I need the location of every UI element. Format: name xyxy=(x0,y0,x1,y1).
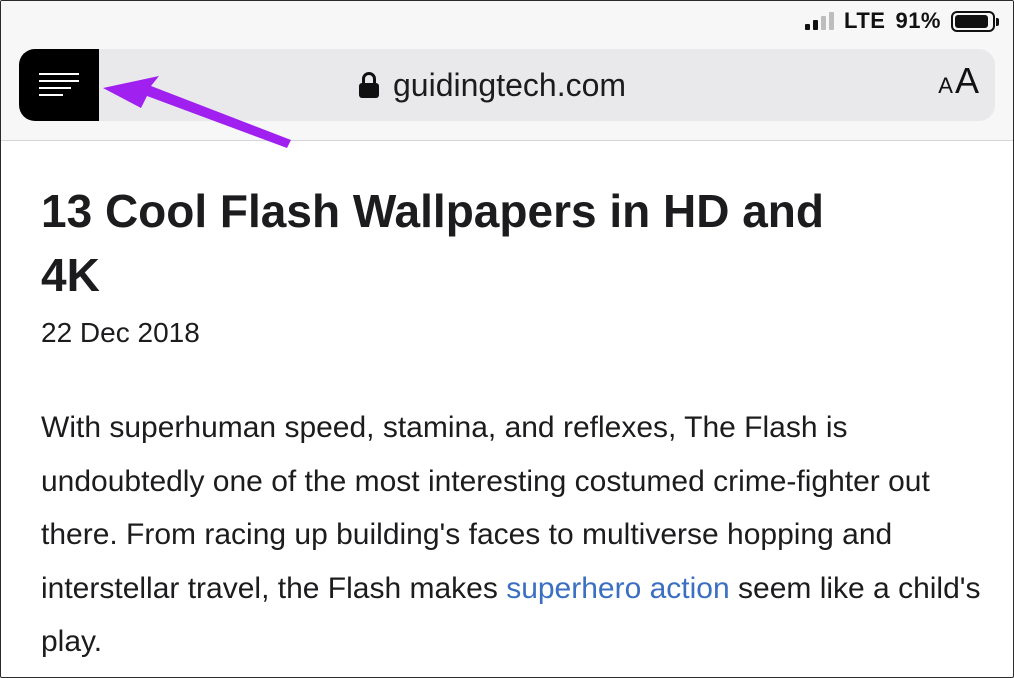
battery-icon xyxy=(951,10,999,32)
screen-frame: LTE 91% guidingtech.com A A 13 Cool Flas… xyxy=(0,0,1014,678)
reader-view-icon xyxy=(39,73,79,101)
annotation-arrow-icon xyxy=(103,76,291,148)
text-size-button[interactable]: A A xyxy=(938,63,979,99)
cellular-signal-icon xyxy=(805,12,835,30)
status-bar: LTE 91% xyxy=(805,7,999,35)
url-text: guidingtech.com xyxy=(393,66,627,103)
article-date: 22 Dec 2018 xyxy=(41,317,200,348)
article-body: With superhuman speed, stamina, and refl… xyxy=(41,401,981,669)
battery-percentage: 91% xyxy=(895,8,941,33)
url-display[interactable]: guidingtech.com xyxy=(359,67,626,103)
text-size-small-glyph: A xyxy=(938,73,953,98)
text-size-large-glyph: A xyxy=(954,60,979,101)
reader-view-button[interactable] xyxy=(19,49,99,121)
lock-icon xyxy=(359,72,379,98)
article: 13 Cool Flash Wallpapers in HD and 4K 22… xyxy=(41,179,981,669)
network-type: LTE xyxy=(844,8,886,33)
superhero-action-link[interactable]: superhero action xyxy=(506,572,729,605)
article-title: 13 Cool Flash Wallpapers in HD and 4K xyxy=(41,185,824,301)
